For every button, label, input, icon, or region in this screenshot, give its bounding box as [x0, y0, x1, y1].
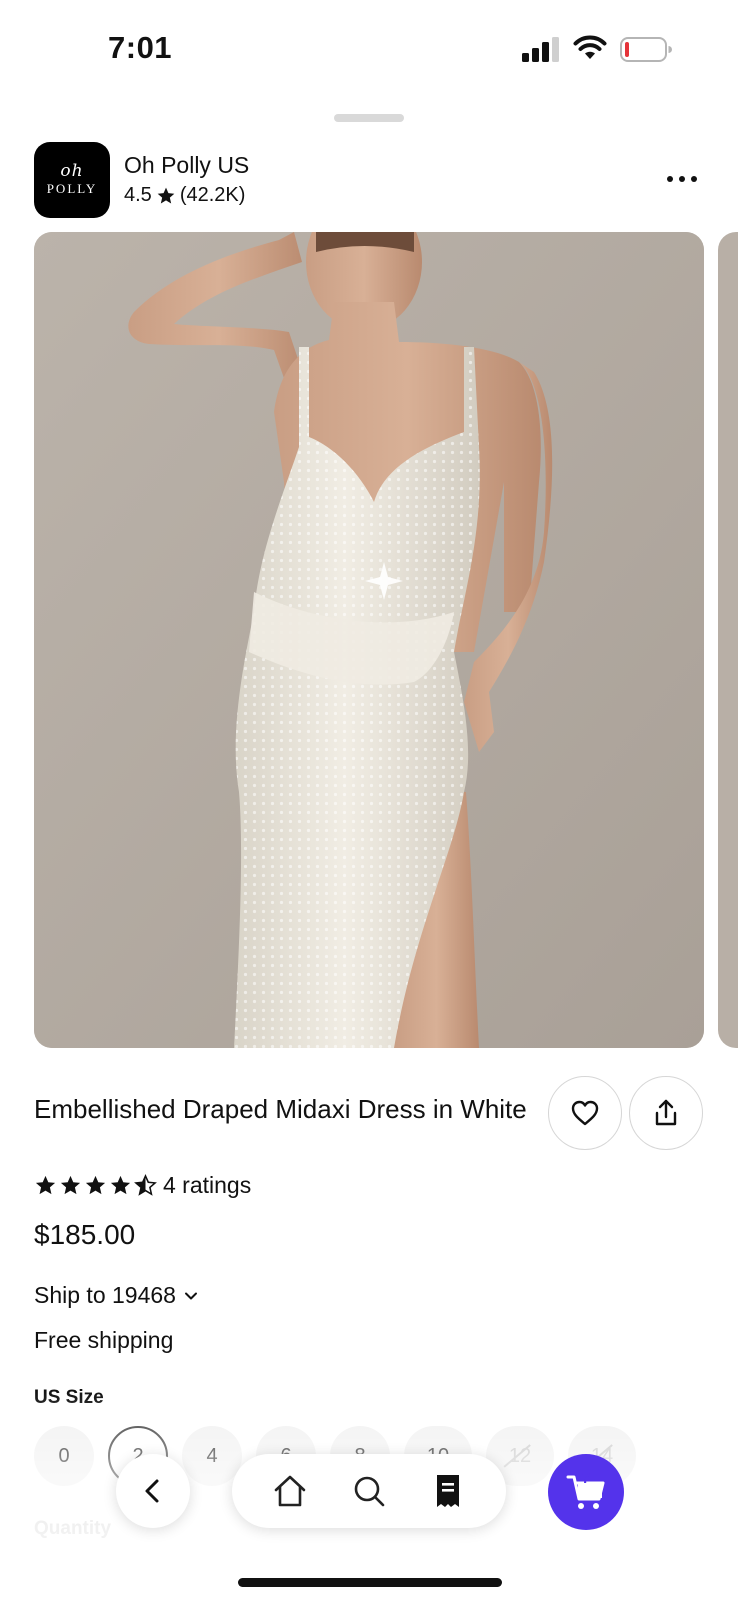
back-button[interactable]	[116, 1454, 190, 1528]
dress-photo-illustration	[34, 232, 704, 1048]
product-image[interactable]	[34, 232, 704, 1048]
home-indicator[interactable]	[238, 1578, 502, 1587]
star-icon	[35, 1175, 56, 1195]
share-button[interactable]	[629, 1076, 703, 1150]
star-icon	[157, 187, 175, 203]
shop-header: oh POLLY Oh Polly US 4.5 (42.2K)	[34, 142, 704, 218]
star-rating	[34, 1174, 157, 1197]
shop-review-count: (42.2K)	[179, 184, 246, 206]
ratings-count: 4 ratings	[163, 1172, 252, 1198]
more-dot-icon	[691, 176, 697, 182]
battery-low-icon	[620, 37, 672, 62]
home-icon	[274, 1475, 305, 1507]
bottom-navigation: 7	[0, 1448, 738, 1532]
product-title: Embellished Draped Midaxi Dress in White	[34, 1094, 527, 1124]
heart-icon	[571, 1100, 599, 1126]
star-icon	[60, 1175, 81, 1195]
cellular-signal-icon	[522, 37, 559, 62]
share-icon	[655, 1099, 677, 1126]
wifi-icon	[573, 35, 607, 59]
product-ratings[interactable]: 4 ratings	[34, 1172, 251, 1199]
more-dot-icon	[679, 176, 685, 182]
ship-to-selector[interactable]: Ship to 19468	[34, 1282, 198, 1309]
favorite-button[interactable]	[548, 1076, 622, 1150]
product-price: $185.00	[34, 1219, 136, 1250]
shop-rating: 4.5 (42.2K)	[124, 184, 245, 207]
product-image-gallery[interactable]	[34, 232, 738, 1048]
more-dot-icon	[667, 176, 673, 182]
shop-logo[interactable]: oh POLLY	[34, 142, 110, 218]
chevron-down-icon	[184, 1292, 197, 1299]
search-icon	[354, 1476, 385, 1507]
nav-search[interactable]	[347, 1469, 391, 1513]
nav-orders[interactable]	[426, 1469, 470, 1513]
star-half-icon	[134, 1174, 157, 1196]
nav-pill	[232, 1454, 506, 1528]
chevron-left-icon	[145, 1479, 159, 1503]
logo-script-text: oh	[60, 161, 84, 181]
receipt-icon	[437, 1475, 460, 1507]
ship-to-label: Ship to 19468	[34, 1282, 176, 1308]
nav-home[interactable]	[268, 1469, 312, 1513]
size-label: US Size	[34, 1387, 104, 1408]
cart-count-badge: 7	[581, 1470, 591, 1487]
next-product-image[interactable]	[718, 232, 738, 1048]
cart-button[interactable]: 7	[548, 1454, 624, 1530]
logo-caps-text: POLLY	[46, 181, 98, 196]
more-options-button[interactable]	[660, 164, 704, 194]
shop-rating-value: 4.5	[124, 184, 152, 206]
sheet-grabber[interactable]	[334, 114, 404, 122]
status-bar: 7:01	[0, 0, 738, 100]
shop-name[interactable]: Oh Polly US	[124, 152, 249, 179]
star-icon	[85, 1175, 106, 1195]
free-shipping-text: Free shipping	[34, 1327, 174, 1353]
star-icon	[110, 1175, 131, 1195]
status-time: 7:01	[108, 30, 173, 65]
